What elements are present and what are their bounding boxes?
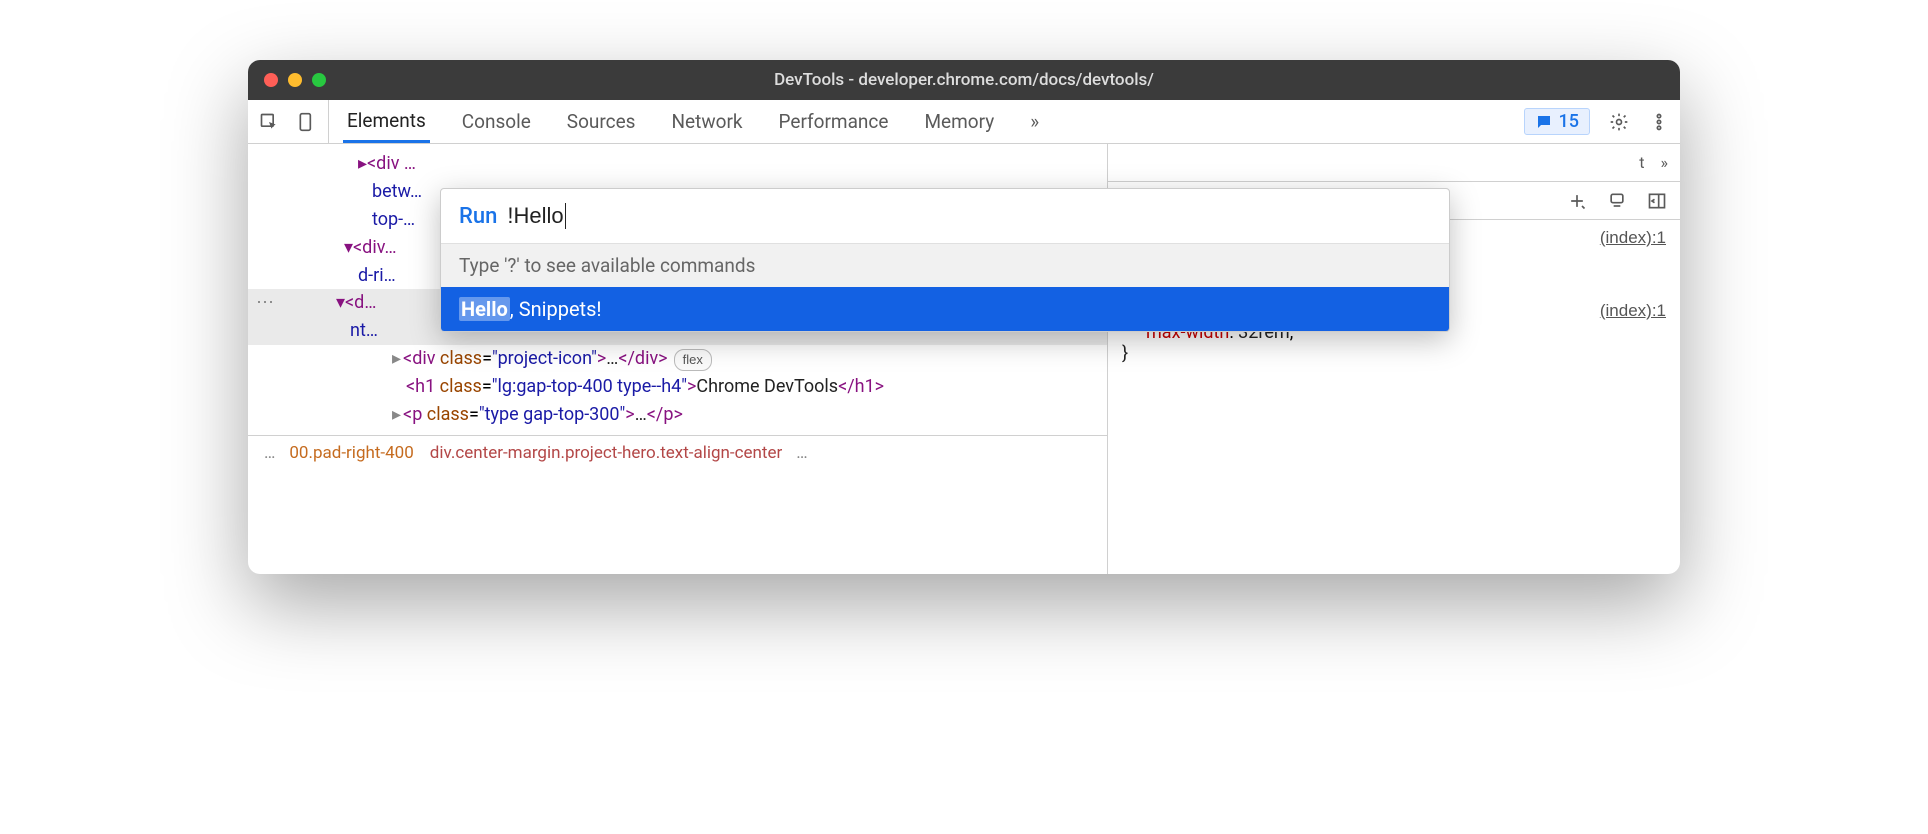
command-prefix: Run [459,204,497,229]
dom-text: d-ri… [358,265,396,286]
main-toolbar: Elements Console Sources Network Perform… [248,100,1680,144]
tab-sources[interactable]: Sources [563,100,640,143]
content-area: ▸<div … betw… top-… ▾<div… d-ri… ▾<d… nt… [248,144,1680,574]
command-palette: Run !Hello Type '?' to see available com… [440,188,1450,332]
titlebar: DevTools - developer.chrome.com/docs/dev… [248,60,1680,100]
dom-node[interactable]: ▸<p class="type gap-top-300">…</p> [288,401,1107,429]
result-text: , Snippets! [510,297,602,321]
result-highlight: Hello [459,297,510,321]
subtabs-overflow-icon[interactable]: » [1661,153,1669,172]
dom-node[interactable]: ▸<div class="project-icon">…</div>flex [288,345,1107,373]
more-menu-icon[interactable] [1648,111,1670,133]
breadcrumb-item[interactable]: div.center-margin.project-hero.text-alig… [422,443,790,463]
breadcrumb-item[interactable]: 00.pad-right-400 [281,443,421,463]
device-toggle-icon[interactable] [296,111,318,133]
dom-text: top-… [372,209,415,230]
error-count: 15 [1559,111,1579,132]
dom-node[interactable]: ▸<div … [358,153,416,174]
flex-badge[interactable]: flex [674,349,712,371]
error-count-badge[interactable]: 15 [1524,108,1590,135]
breadcrumb-overflow[interactable]: … [258,443,281,463]
breadcrumb[interactable]: … 00.pad-right-400 div.center-margin.pro… [248,435,1107,471]
dom-text: betw… [372,181,422,202]
command-input[interactable]: !Hello [507,203,565,229]
source-link[interactable]: (index):1 [1600,228,1666,248]
tab-elements[interactable]: Elements [343,100,430,143]
dom-node[interactable]: ▾<div… [344,237,397,258]
tab-memory[interactable]: Memory [920,100,998,143]
breadcrumb-overflow[interactable]: … [790,443,813,463]
tabs-overflow-icon[interactable]: » [1026,100,1043,143]
source-link[interactable]: (index):1 [1600,301,1666,321]
panel-tabs: Elements Console Sources Network Perform… [343,100,1043,143]
inspect-element-icon[interactable] [258,111,280,133]
toggle-sidebar-icon[interactable] [1646,190,1668,212]
command-hint: Type '?' to see available commands [441,243,1449,287]
command-result-selected[interactable]: Hello, Snippets! [441,287,1449,331]
window-title: DevTools - developer.chrome.com/docs/dev… [248,70,1680,90]
command-input-row[interactable]: Run !Hello [441,189,1449,243]
subtab-truncated[interactable]: t [1639,153,1644,172]
settings-icon[interactable] [1608,111,1630,133]
tab-console[interactable]: Console [458,100,535,143]
devtools-window: DevTools - developer.chrome.com/docs/dev… [248,60,1680,574]
dom-node[interactable]: <h1 class="lg:gap-top-400 type--h4">Chro… [288,373,1107,401]
toggle-classes-icon[interactable] [1606,190,1628,212]
tab-network[interactable]: Network [667,100,746,143]
tab-performance[interactable]: Performance [775,100,893,143]
styles-subtabs: t » [1108,144,1680,182]
new-style-rule-icon[interactable] [1566,190,1588,212]
